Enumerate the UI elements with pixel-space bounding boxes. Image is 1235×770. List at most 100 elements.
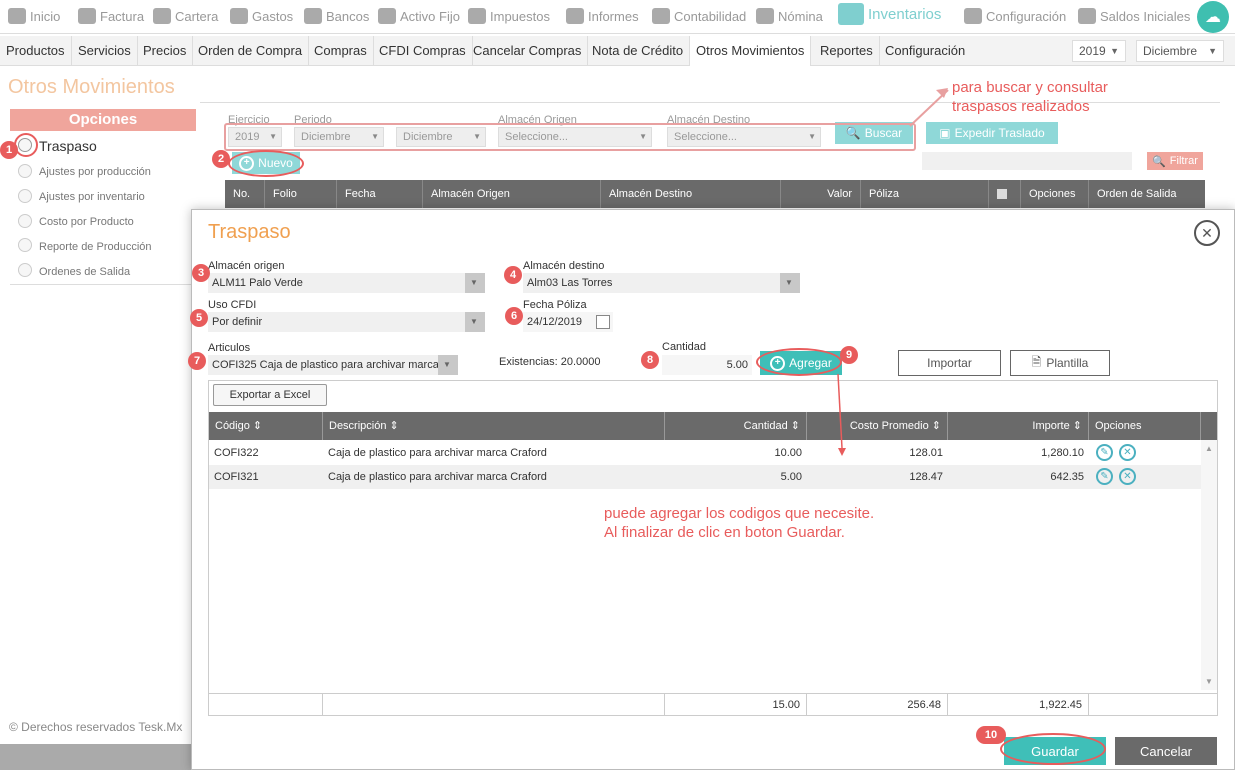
calendar-icon[interactable] — [596, 315, 610, 329]
tab-nota-de-credito[interactable]: Nota de Crédito — [586, 36, 691, 66]
col-importe[interactable]: Importe ⇕ — [948, 412, 1089, 440]
tab-cancelar-compras[interactable]: Cancelar Compras — [467, 36, 589, 66]
edit-icon[interactable]: ✎ — [1096, 468, 1113, 485]
total-blank — [209, 694, 323, 716]
nav-informes[interactable]: Informes — [566, 6, 639, 26]
tab-compras[interactable]: Compras — [308, 36, 374, 66]
wrench-icon — [964, 8, 982, 24]
nav-inventarios[interactable]: Inventarios — [838, 3, 941, 25]
tab-otros-movimientos[interactable]: Otros Movimientos — [690, 36, 812, 66]
tab-precios[interactable]: Precios — [137, 36, 194, 66]
col-valor[interactable]: Valor — [781, 180, 861, 208]
almacen-destino-select[interactable]: Alm03 Las Torres — [523, 273, 800, 293]
nav-saldos-iniciales[interactable]: Saldos Iniciales — [1078, 6, 1190, 26]
bank-icon — [304, 8, 322, 24]
uso-cfdi-select[interactable]: Por definir — [208, 312, 485, 332]
nav-nomina[interactable]: Nómina — [756, 6, 823, 26]
col-codigo[interactable]: Código ⇕ — [209, 412, 323, 440]
radio-reporte-produccion[interactable] — [18, 238, 32, 252]
col-checkbox[interactable] — [989, 180, 1021, 208]
option-traspaso-label[interactable]: Traspaso — [39, 138, 97, 154]
nav-cartera[interactable]: Cartera — [153, 6, 218, 26]
tab-orden-de-compra[interactable]: Orden de Compra — [192, 36, 310, 66]
nav-bancos[interactable]: Bancos — [304, 6, 369, 26]
nav-impuestos[interactable]: Impuestos — [468, 6, 550, 26]
articulo-select[interactable]: COFI325 Caja de plastico para archivar m… — [208, 355, 458, 375]
vertical-scrollbar[interactable]: ▲ ▼ — [1201, 440, 1217, 690]
col-cantidad[interactable]: Cantidad ⇕ — [665, 412, 807, 440]
delete-icon[interactable]: ✕ — [1119, 444, 1136, 461]
annotation-marker-6: 6 — [505, 307, 523, 325]
card-icon — [756, 8, 774, 24]
cantidad-input[interactable]: 5.00 — [662, 355, 752, 375]
sort-icon: ⇕ — [790, 420, 800, 432]
fecha-poliza-input[interactable]: 24/12/2019 — [523, 312, 613, 332]
col-fecha[interactable]: Fecha — [337, 180, 423, 208]
delete-icon[interactable]: ✕ — [1119, 468, 1136, 485]
radio-ajustes-inventario[interactable] — [18, 189, 32, 203]
tab-configuracion[interactable]: Configuración — [879, 36, 971, 66]
col-no[interactable]: No. — [225, 180, 265, 208]
tab-servicios[interactable]: Servicios — [72, 36, 138, 66]
col-descripcion[interactable]: Descripción ⇕ — [323, 412, 665, 440]
option-costo-producto-label[interactable]: Costo por Producto — [39, 216, 134, 228]
tab-productos[interactable]: Productos — [0, 36, 72, 66]
filter-input[interactable] — [922, 152, 1132, 170]
month-select[interactable]: Diciembre — [1136, 40, 1224, 62]
footer-bar — [0, 744, 200, 770]
almacen-origen-label: Almacén origen — [208, 260, 285, 272]
nav-inicio[interactable]: Inicio — [8, 6, 60, 26]
option-reporte-produccion-label[interactable]: Reporte de Producción — [39, 241, 152, 253]
option-ajustes-produccion-label[interactable]: Ajustes por producción — [39, 166, 151, 178]
search-icon: 🔍 — [1152, 155, 1166, 168]
uso-cfdi-label: Uso CFDI — [208, 299, 257, 311]
annotation-marker-9: 9 — [840, 346, 858, 364]
document-icon — [566, 8, 584, 24]
importar-button[interactable]: Importar — [898, 350, 1001, 376]
tab-cfdi-compras[interactable]: CFDI Compras — [373, 36, 473, 66]
radio-costo-producto[interactable] — [18, 214, 32, 228]
cloud-icon — [8, 8, 26, 24]
scroll-down-icon[interactable]: ▼ — [1205, 677, 1213, 686]
nav-gastos[interactable]: Gastos — [230, 6, 293, 26]
total-cantidad: 15.00 — [665, 694, 807, 716]
radio-ajustes-produccion[interactable] — [18, 164, 32, 178]
plantilla-button[interactable]: 🗎 Plantilla — [1010, 350, 1110, 376]
edit-icon[interactable]: ✎ — [1096, 444, 1113, 461]
annotation-marker-10: 10 — [976, 726, 1006, 744]
cancelar-button[interactable]: Cancelar — [1115, 737, 1217, 765]
nav-configuracion[interactable]: Configuración — [964, 6, 1066, 26]
sort-icon: ⇕ — [252, 420, 263, 432]
scroll-up-icon[interactable]: ▲ — [1205, 444, 1213, 453]
radio-ordenes-salida[interactable] — [18, 263, 32, 277]
expedir-traslado-button[interactable]: ▣ Expedir Traslado — [926, 122, 1058, 144]
option-ordenes-salida-label[interactable]: Ordenes de Salida — [39, 266, 130, 278]
annotation-ring — [1000, 733, 1106, 765]
existencias-text: Existencias: 20.0000 — [499, 356, 601, 368]
filtrar-button[interactable]: 🔍 Filtrar — [1147, 152, 1203, 170]
table-row[interactable]: COFI321 Caja de plastico para archivar m… — [209, 465, 1201, 489]
articulos-label: Articulos — [208, 342, 251, 354]
tag-icon — [78, 8, 96, 24]
nav-contabilidad[interactable]: Contabilidad — [652, 6, 746, 26]
document-icon: 🗎 — [1031, 354, 1042, 369]
year-select[interactable]: 2019 — [1072, 40, 1126, 62]
filters-highlight-box — [224, 123, 916, 151]
annotation-note-2-line-1: puede agregar los codigos que necesite. — [604, 505, 875, 522]
tab-reportes[interactable]: Reportes — [814, 36, 880, 66]
table-row[interactable]: COFI322 Caja de plastico para archivar m… — [209, 441, 1201, 465]
col-poliza[interactable]: Póliza — [861, 180, 989, 208]
nav-factura[interactable]: Factura — [78, 6, 144, 26]
nav-activo-fijo[interactable]: Activo Fijo — [378, 6, 460, 26]
grid-totals: 15.00 256.48 1,922.45 — [209, 693, 1217, 716]
almacen-origen-select[interactable]: ALM11 Palo Verde — [208, 273, 485, 293]
col-costo-promedio[interactable]: Costo Promedio ⇕ — [807, 412, 948, 440]
col-almacen-destino[interactable]: Almacén Destino — [601, 180, 781, 208]
cloud-sync-icon[interactable]: ☁ — [1197, 1, 1229, 33]
option-ajustes-inventario-label[interactable]: Ajustes por inventario — [39, 191, 145, 203]
exportar-excel-button[interactable]: Exportar a Excel — [213, 384, 327, 406]
col-almacen-origen[interactable]: Almacén Origen — [423, 180, 601, 208]
col-folio[interactable]: Folio — [265, 180, 337, 208]
cell-importe: 1,280.10 — [1041, 447, 1084, 459]
close-icon[interactable]: ✕ — [1194, 220, 1220, 246]
